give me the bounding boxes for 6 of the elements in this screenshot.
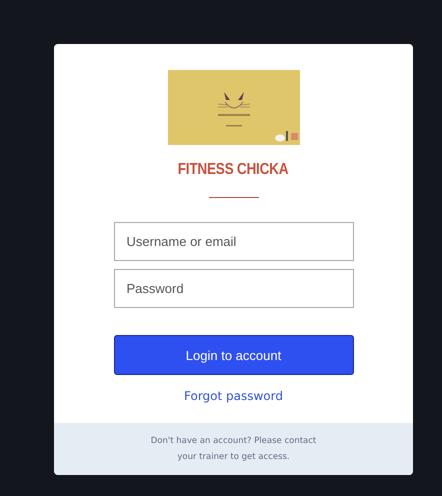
input-field[interactable]: Username or email xyxy=(114,222,354,261)
input-field[interactable]: Password xyxy=(114,269,354,308)
login-button[interactable]: Login to account xyxy=(114,335,354,375)
forgot-password-link[interactable]: Forgot password xyxy=(184,389,283,403)
signup-note: Don't have an account? Please contact your trainer to get access. xyxy=(150,435,318,464)
brand-title: FITNESS CHICKA xyxy=(178,161,289,179)
